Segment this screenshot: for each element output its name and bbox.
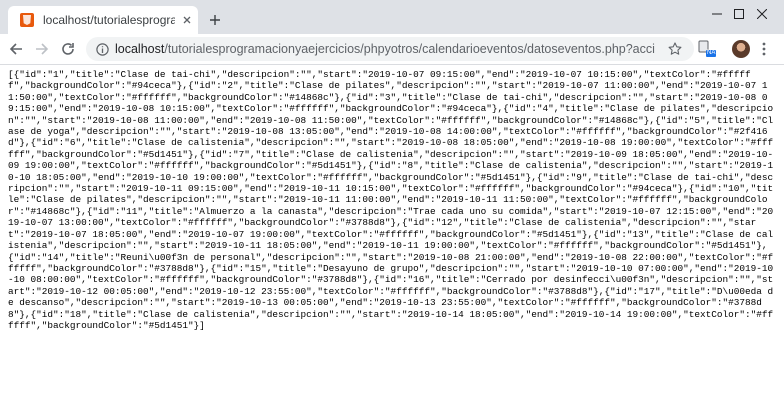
back-arrow-icon[interactable] [6, 39, 26, 59]
address-bar[interactable]: localhost/tutorialesprogramacionyaejerci… [86, 37, 694, 61]
new-tab-icon[interactable] [205, 10, 225, 30]
tab-strip: localhost/tutorialesprogramacio [0, 0, 784, 34]
extension-badge: NA [706, 50, 717, 57]
html5-icon [20, 13, 34, 27]
url-text[interactable]: localhost/tutorialesprogramacionyaejerci… [115, 37, 655, 61]
url-path: /tutorialesprogramacionyaejercicios/phpy… [164, 42, 655, 56]
bookmark-star-icon[interactable] [666, 40, 684, 58]
browser-toolbar: localhost/tutorialesprogramacionyaejerci… [0, 34, 784, 65]
forward-arrow-icon[interactable] [32, 39, 52, 59]
reload-icon[interactable] [58, 39, 78, 59]
json-response-body: [{"id":"1","title":"Clase de tai-chi","d… [8, 69, 774, 331]
close-window-icon[interactable] [739, 0, 784, 28]
profile-avatar[interactable] [732, 40, 750, 58]
info-icon[interactable] [94, 41, 110, 57]
extension-icon[interactable]: NA [698, 40, 717, 58]
close-tab-icon[interactable] [179, 12, 195, 28]
menu-kebab-icon[interactable] [754, 39, 774, 59]
tab-title: localhost/tutorialesprogramacio [43, 13, 175, 27]
browser-tab[interactable]: localhost/tutorialesprogramacio [8, 6, 198, 34]
url-host: localhost [115, 42, 165, 56]
